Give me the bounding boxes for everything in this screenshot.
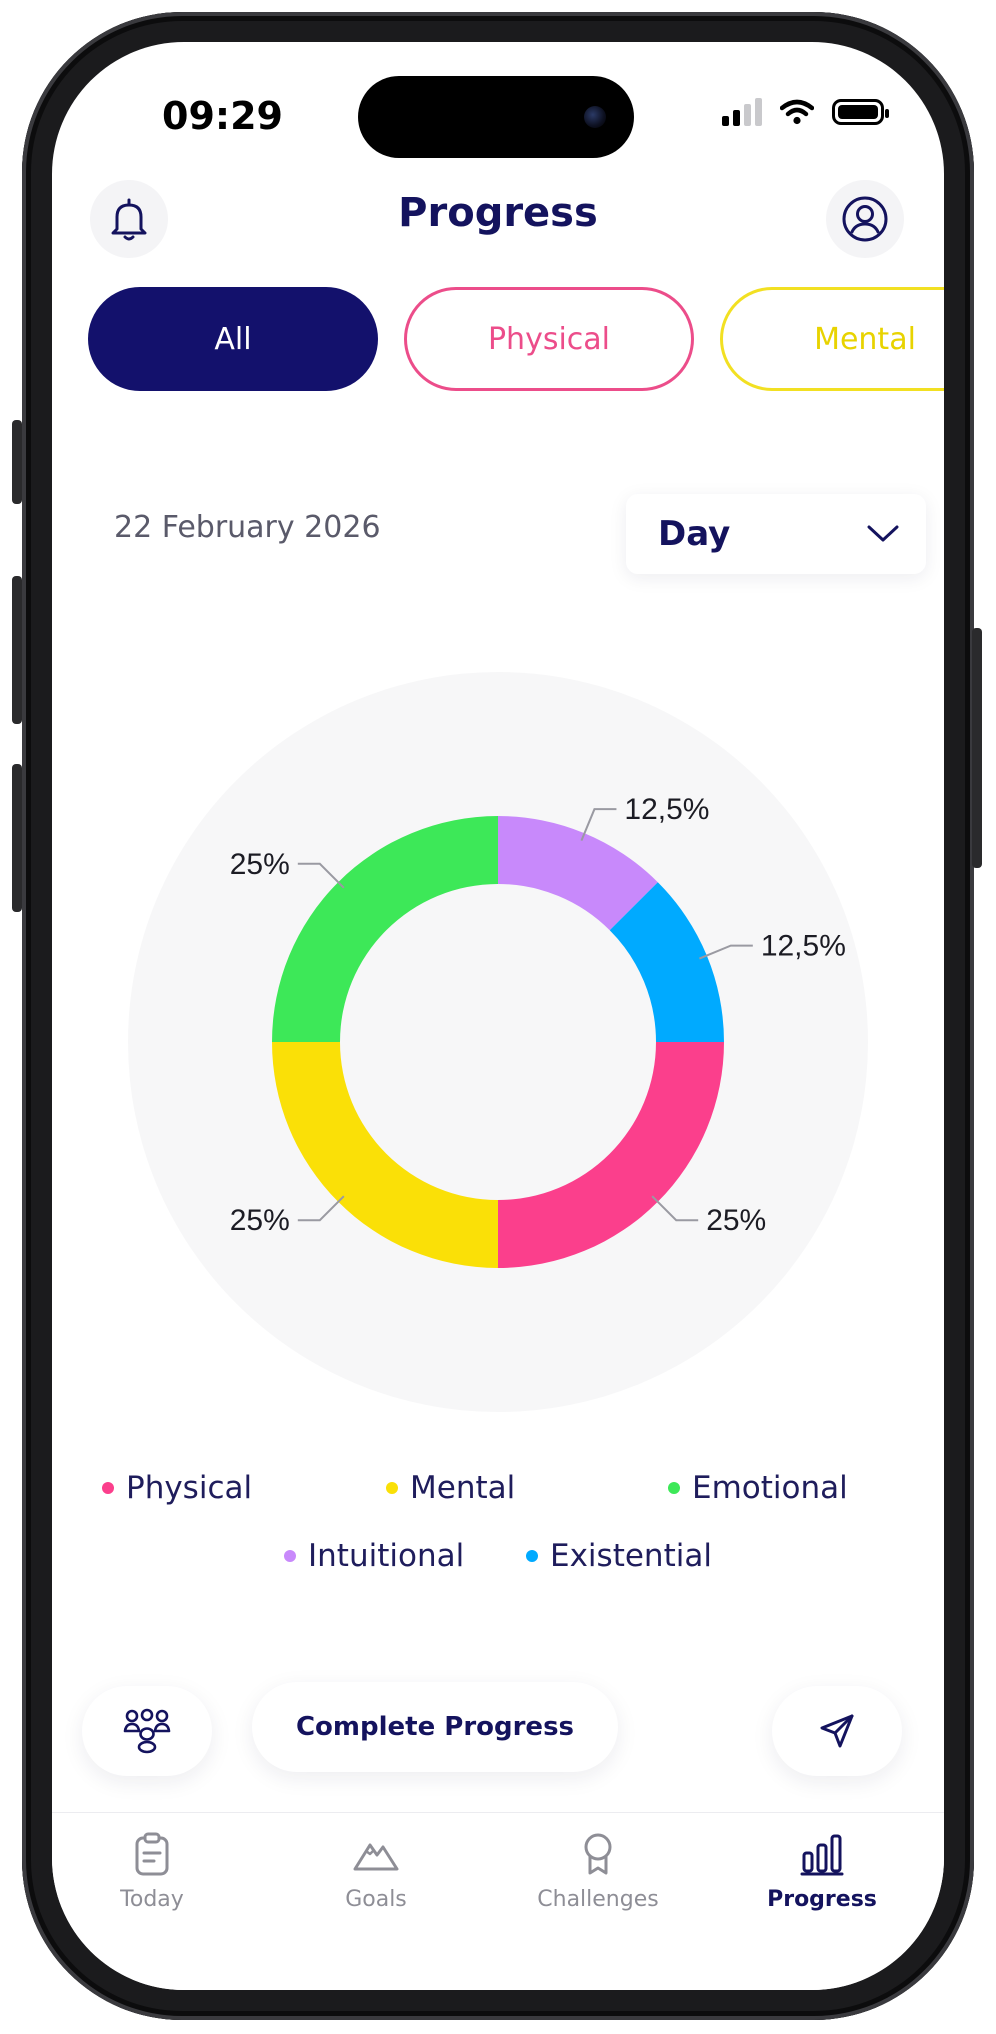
tab-label: Today [120,1887,184,1912]
legend-item-existential: Existential [526,1538,712,1574]
legend-item-emotional: Emotional [668,1470,848,1506]
community-button[interactable] [82,1686,212,1776]
period-dropdown[interactable]: Day [626,494,926,574]
tab-challenges[interactable]: Challenges [498,1831,698,1912]
data-label-emotional: 25% [230,848,290,881]
action-bar: Complete Progress [52,1682,944,1782]
camera-icon [584,106,606,128]
wifi-icon [780,99,814,125]
data-label-intuitional: 12,5% [624,793,709,826]
tab-today[interactable]: Today [52,1831,252,1912]
app-screen: 09:29 Progress All Physical Mental 22 Fe… [52,42,944,1990]
user-circle-icon [842,196,888,242]
status-time: 09:29 [162,94,283,138]
legend-label: Emotional [692,1470,848,1506]
legend-dot [668,1482,680,1494]
tab-label: Goals [345,1887,407,1912]
period-dropdown-value: Day [658,514,731,554]
legend-item-intuitional: Intuitional [284,1538,464,1574]
mountain-icon [353,1843,399,1871]
send-icon [820,1714,854,1748]
legend-item-physical: Physical [102,1470,252,1506]
category-filters: All Physical Mental [88,287,944,391]
legend-label: Intuitional [308,1538,465,1574]
legend-item-mental: Mental [386,1470,515,1506]
bottom-tab-bar: Today Goals Challenges Progress [52,1812,944,1990]
power-button [972,628,982,868]
filter-chip-physical[interactable]: Physical [404,287,694,391]
data-label-mental: 25% [230,1204,290,1237]
profile-button[interactable] [826,180,904,258]
status-icons [722,98,889,126]
legend-label: Mental [410,1470,516,1506]
tab-goals[interactable]: Goals [276,1831,476,1912]
chevron-down-icon [867,525,899,542]
volume-up-button [12,576,22,724]
legend-dot [386,1482,398,1494]
dynamic-island [358,76,634,158]
legend-label: Existential [550,1538,712,1574]
signal-icon [722,98,762,126]
legend-dot [526,1550,538,1562]
chart-background [128,672,868,1412]
donut-chart: 12,5% 12,5% 25% 25% 25% [128,672,868,1412]
share-button[interactable] [772,1686,902,1776]
filter-chip-mental[interactable]: Mental [720,287,944,391]
tab-label: Challenges [537,1887,659,1912]
award-icon [584,1833,612,1875]
bar-chart-icon [800,1834,844,1876]
date-label: 22 February 2026 [114,510,381,545]
filter-chip-all[interactable]: All [88,287,378,391]
legend-label: Physical [126,1470,253,1506]
data-label-existential: 12,5% [761,930,846,963]
battery-icon [832,99,889,125]
distribution-chart: 12,5% 12,5% 25% 25% 25% [52,642,944,1442]
legend-dot [102,1482,114,1494]
silent-switch [12,420,22,504]
complete-progress-button[interactable]: Complete Progress [252,1682,618,1772]
chart-legend: Physical Mental Emotional Intuitional Ex… [52,1466,944,1606]
tab-label: Progress [767,1887,877,1912]
tab-progress[interactable]: Progress [722,1831,922,1912]
group-icon [123,1708,171,1754]
page-title: Progress [398,190,598,236]
volume-down-button [12,764,22,912]
data-label-physical: 25% [706,1204,766,1237]
complete-progress-label: Complete Progress [295,1712,575,1742]
legend-dot [284,1550,296,1562]
clipboard-icon [135,1832,169,1876]
